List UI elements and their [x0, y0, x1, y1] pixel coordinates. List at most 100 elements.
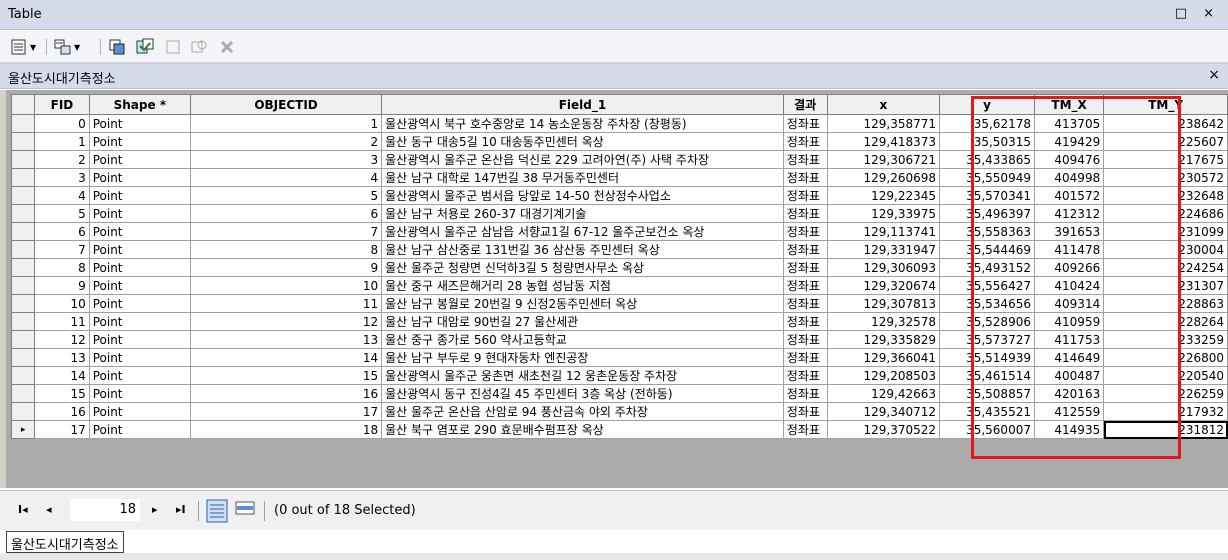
row-selector[interactable] — [10, 186, 36, 205]
cell-field1[interactable]: 울산 남구 대암로 90번길 27 울산세관 — [381, 312, 784, 331]
cell-x[interactable]: 129,32578 — [826, 312, 941, 331]
cell-objectid[interactable]: 2 — [189, 132, 383, 151]
row-selector[interactable]: ▸ — [10, 420, 36, 439]
column-header-tm-x[interactable]: TM_X — [1033, 94, 1105, 115]
table-row[interactable]: 15 Point 16 울산광역시 동구 진성4길 45 주민센터 3층 옥상 (전하… — [10, 384, 1228, 403]
cell-result[interactable]: 정좌표 — [782, 150, 828, 169]
clear-selection-icon[interactable] — [164, 38, 182, 56]
table-row[interactable]: 5 Point 6 울산 남구 처용로 260-37 대경기계기술 정좌표 129,339… — [10, 204, 1228, 223]
cell-tm-x[interactable]: 412559 — [1033, 402, 1105, 421]
cell-shape[interactable]: Point — [88, 204, 192, 223]
row-selector[interactable] — [10, 330, 36, 349]
cell-x[interactable]: 129,366041 — [826, 348, 941, 367]
cell-fid[interactable]: 2 — [34, 150, 90, 169]
show-selected-records-icon[interactable] — [234, 499, 256, 523]
cell-fid[interactable]: 12 — [34, 330, 90, 349]
cell-fid[interactable]: 9 — [34, 276, 90, 295]
cell-tm-y[interactable]: 220540 — [1103, 366, 1228, 385]
cell-result[interactable]: 정좌표 — [782, 330, 828, 349]
cell-shape[interactable]: Point — [88, 312, 192, 331]
show-all-records-icon[interactable] — [206, 499, 228, 523]
cell-fid[interactable]: 1 — [34, 132, 90, 151]
cell-shape[interactable]: Point — [88, 402, 192, 421]
cell-x[interactable]: 129,113741 — [826, 222, 941, 241]
table-row[interactable]: 0 Point 1 울산광역시 북구 호수중앙로 14 농소운동장 주차장 (창평동)… — [10, 114, 1228, 133]
zoom-to-selected-icon[interactable] — [190, 38, 208, 56]
table-row[interactable]: 7 Point 8 울산 남구 삼산중로 131번길 36 삼산동 주민센터 옥상 정좌… — [10, 240, 1228, 259]
cell-y[interactable]: 35,556427 — [939, 276, 1035, 295]
row-selector[interactable] — [10, 348, 36, 367]
cell-y[interactable]: 35,433865 — [939, 150, 1035, 169]
row-selector[interactable] — [10, 168, 36, 187]
cell-x[interactable]: 129,340712 — [826, 402, 941, 421]
cell-field1[interactable]: 울산 남구 삼산중로 131번길 36 삼산동 주민센터 옥상 — [381, 240, 784, 259]
cell-tm-x[interactable]: 420163 — [1033, 384, 1105, 403]
row-selector[interactable] — [10, 150, 36, 169]
cell-x[interactable]: 129,331947 — [826, 240, 941, 259]
cell-x[interactable]: 129,418373 — [826, 132, 941, 151]
cell-field1[interactable]: 울산광역시 북구 호수중앙로 14 농소운동장 주차장 (창평동) — [381, 114, 784, 133]
cell-field1[interactable]: 울산 중구 종가로 560 약사고등학교 — [381, 330, 784, 349]
cell-shape[interactable]: Point — [88, 240, 192, 259]
cell-y[interactable]: 35,435521 — [939, 402, 1035, 421]
cell-tm-y[interactable]: 230572 — [1103, 168, 1228, 187]
cell-objectid[interactable]: 8 — [189, 240, 383, 259]
cell-objectid[interactable]: 18 — [189, 420, 383, 439]
cell-tm-y[interactable]: 217675 — [1103, 150, 1228, 169]
select-by-attributes-icon[interactable] — [108, 38, 126, 56]
cell-field1[interactable]: 울산 울주군 온산읍 산암로 94 풍산금속 야외 주차장 — [381, 402, 784, 421]
cell-y[interactable]: 35,508857 — [939, 384, 1035, 403]
cell-x[interactable]: 129,22345 — [826, 186, 941, 205]
cell-tm-y[interactable]: 217932 — [1103, 402, 1228, 421]
cell-tm-x[interactable]: 400487 — [1033, 366, 1105, 385]
cell-y[interactable]: 35,461514 — [939, 366, 1035, 385]
window-controls[interactable]: □ × — [1175, 6, 1220, 21]
close-table-icon[interactable]: × — [1208, 67, 1220, 83]
cell-field1[interactable]: 울산 동구 대송5길 10 대송동주민센터 옥상 — [381, 132, 784, 151]
cell-y[interactable]: 35,534656 — [939, 294, 1035, 313]
cell-fid[interactable]: 5 — [34, 204, 90, 223]
cell-result[interactable]: 정좌표 — [782, 204, 828, 223]
cell-fid[interactable]: 11 — [34, 312, 90, 331]
cell-field1[interactable]: 울산 남구 봉월로 20번길 9 신정2동주민센터 옥상 — [381, 294, 784, 313]
cell-tm-y[interactable]: 228264 — [1103, 312, 1228, 331]
cell-tm-x[interactable]: 401572 — [1033, 186, 1105, 205]
cell-tm-y[interactable]: 225607 — [1103, 132, 1228, 151]
cell-x[interactable]: 129,306093 — [826, 258, 941, 277]
next-record-button[interactable]: ▸ — [152, 503, 158, 516]
row-selector[interactable] — [10, 312, 36, 331]
cell-tm-y[interactable]: 233259 — [1103, 330, 1228, 349]
column-header-x[interactable]: x — [826, 94, 941, 115]
cell-result[interactable]: 정좌표 — [782, 168, 828, 187]
cell-shape[interactable]: Point — [88, 222, 192, 241]
cell-result[interactable]: 정좌표 — [782, 384, 828, 403]
row-selector-header[interactable] — [10, 94, 36, 115]
delete-selected-icon[interactable] — [218, 38, 236, 56]
cell-x[interactable]: 129,42663 — [826, 384, 941, 403]
cell-objectid[interactable]: 5 — [189, 186, 383, 205]
first-record-button[interactable]: I◂ — [18, 503, 28, 516]
cell-field1[interactable]: 울산광역시 동구 진성4길 45 주민센터 3층 옥상 (전하동) — [381, 384, 784, 403]
column-header-result[interactable]: 결과 — [782, 94, 828, 115]
table-row[interactable]: 6 Point 7 울산광역시 울주군 삼남읍 서향교1길 67-12 울주군보건소 … — [10, 222, 1228, 241]
cell-field1[interactable]: 울산광역시 울주군 웅촌면 새초천길 12 웅촌운동장 주차장 — [381, 366, 784, 385]
cell-field1[interactable]: 울산 남구 대학로 147번길 38 무거동주민센터 — [381, 168, 784, 187]
cell-shape[interactable]: Point — [88, 258, 192, 277]
last-record-button[interactable]: ▸I — [176, 503, 186, 516]
cell-shape[interactable]: Point — [88, 348, 192, 367]
cell-objectid[interactable]: 7 — [189, 222, 383, 241]
cell-result[interactable]: 정좌표 — [782, 276, 828, 295]
cell-shape[interactable]: Point — [88, 168, 192, 187]
row-selector[interactable] — [10, 258, 36, 277]
table-row[interactable]: 1 Point 2 울산 동구 대송5길 10 대송동주민센터 옥상 정좌표 129,41… — [10, 132, 1228, 151]
cell-y[interactable]: 35,62178 — [939, 114, 1035, 133]
column-header-fid[interactable]: FID — [34, 94, 90, 115]
cell-objectid[interactable]: 17 — [189, 402, 383, 421]
cell-x[interactable]: 129,307813 — [826, 294, 941, 313]
cell-tm-x[interactable]: 391653 — [1033, 222, 1105, 241]
cell-fid[interactable]: 3 — [34, 168, 90, 187]
cell-tm-x[interactable]: 413705 — [1033, 114, 1105, 133]
cell-fid[interactable]: 17 — [34, 420, 90, 439]
cell-tm-y[interactable]: 238642 — [1103, 114, 1228, 133]
table-options-icon[interactable] — [10, 38, 28, 56]
